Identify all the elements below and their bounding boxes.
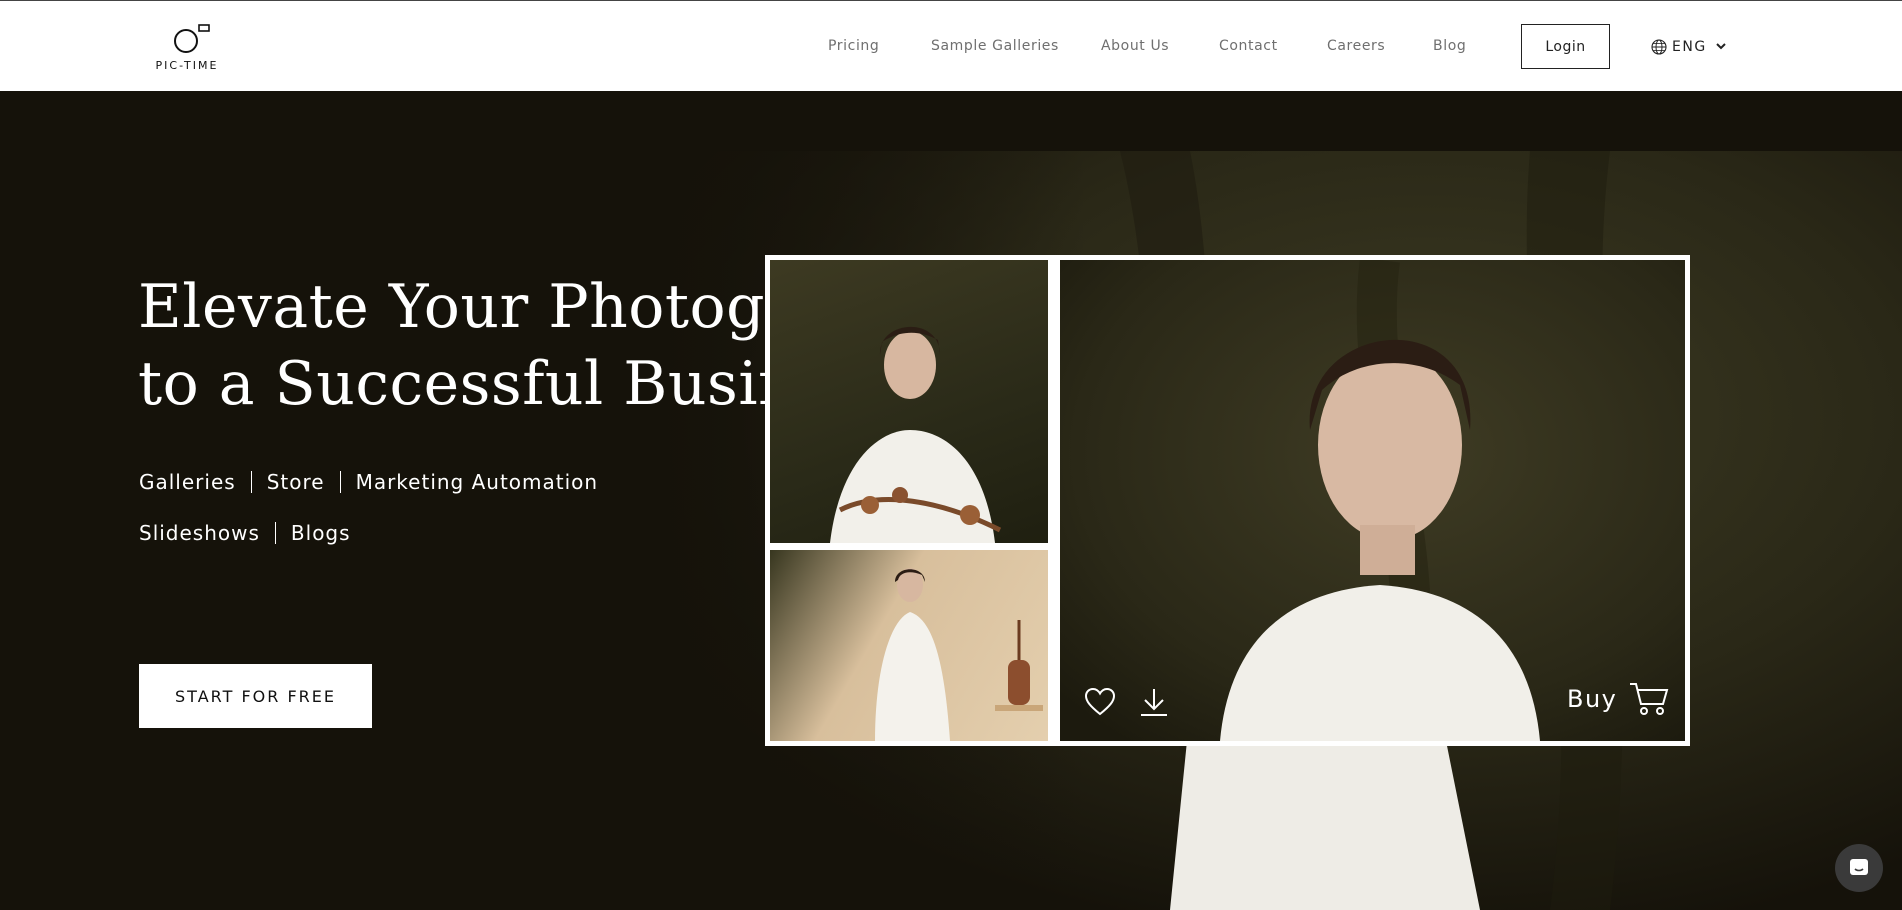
buy-label: Buy	[1567, 685, 1618, 713]
feature-galleries: Galleries	[139, 470, 236, 494]
headline-line-1: Elevate Your Photography	[138, 272, 943, 342]
headline-line-2: to a Successful Business	[138, 349, 896, 419]
image-actions	[1085, 687, 1168, 717]
nav-about-us[interactable]: About Us	[1101, 38, 1169, 54]
logo-text: PIC-TIME	[155, 59, 219, 72]
main-portrait-image	[1060, 260, 1685, 741]
globe-icon	[1651, 39, 1667, 55]
nav-pricing[interactable]: Pricing	[828, 38, 879, 54]
chat-icon	[1850, 859, 1868, 875]
chevron-down-icon	[1715, 43, 1726, 50]
language-label: ENG	[1672, 39, 1707, 55]
language-selector[interactable]: ENG	[1651, 37, 1730, 57]
pic-time-logo[interactable]: PIC-TIME	[150, 21, 224, 73]
hero-section: Elevate Your Photography to a Successful…	[0, 91, 1902, 910]
gallery-thumbnail-portrait[interactable]	[770, 260, 1048, 543]
feature-store: Store	[266, 470, 325, 494]
login-button[interactable]: Login	[1521, 24, 1610, 69]
gallery-mockup: Buy	[765, 255, 1690, 746]
mockup-vertical-divider	[1048, 260, 1055, 741]
logo-mark-icon	[174, 24, 210, 53]
feature-blogs: Blogs	[290, 521, 351, 545]
site-header: PIC-TIME Pricing Sample Galleries About …	[0, 0, 1902, 91]
mockup-divider	[770, 543, 1048, 550]
download-icon[interactable]	[1140, 687, 1168, 717]
chat-launcher-button[interactable]	[1835, 844, 1883, 892]
heart-icon[interactable]	[1085, 688, 1115, 716]
feature-separator	[250, 471, 252, 493]
nav-contact[interactable]: Contact	[1219, 38, 1278, 54]
start-for-free-button[interactable]: START FOR FREE	[139, 664, 372, 728]
feature-separator	[339, 471, 341, 493]
nav-blog[interactable]: Blog	[1433, 38, 1466, 54]
nav-sample-galleries[interactable]: Sample Galleries	[931, 38, 1059, 54]
features-row-1: Galleries Store Marketing Automation	[139, 470, 598, 494]
seated-image	[875, 568, 1043, 741]
gallery-thumbnail-seated[interactable]	[770, 550, 1048, 741]
portrait-image	[830, 326, 1002, 543]
nav-careers[interactable]: Careers	[1327, 38, 1385, 54]
gallery-main-image[interactable]	[1055, 260, 1685, 741]
hero-headline: Elevate Your Photography to a Successful…	[138, 269, 943, 423]
cart-icon	[1630, 683, 1669, 715]
buy-action[interactable]: Buy	[1567, 682, 1669, 716]
feature-separator	[274, 522, 276, 544]
feature-slideshows: Slideshows	[139, 521, 260, 545]
features-row-2: Slideshows Blogs	[139, 521, 351, 545]
feature-marketing-automation: Marketing Automation	[355, 470, 599, 494]
